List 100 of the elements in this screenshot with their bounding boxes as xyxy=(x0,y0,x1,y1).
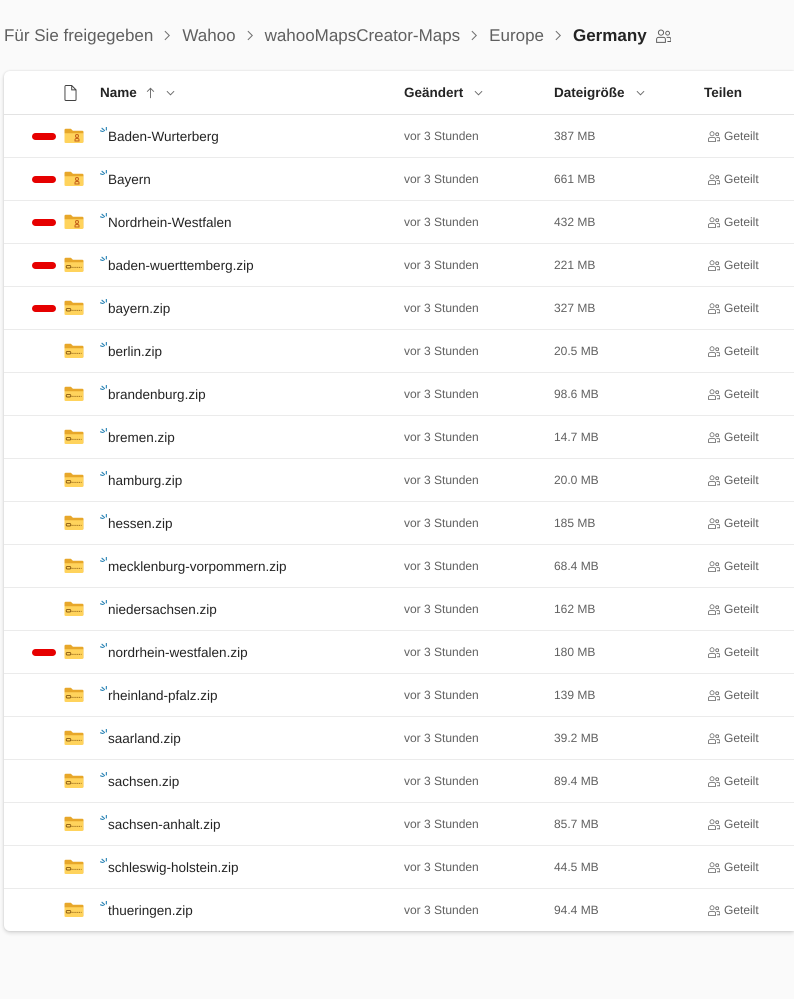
people-icon xyxy=(708,646,720,658)
sharing-status: Geteilt xyxy=(724,688,759,702)
file-size: 661 MB xyxy=(554,172,596,186)
file-size: 68.4 MB xyxy=(554,559,599,573)
chevron-right-icon xyxy=(164,30,172,41)
file-name-link[interactable]: hamburg.zip xyxy=(108,472,182,488)
file-size: 20.5 MB xyxy=(554,344,599,358)
sharing-status: Geteilt xyxy=(724,903,759,917)
file-size: 180 MB xyxy=(554,645,596,659)
sharing-status: Geteilt xyxy=(724,817,759,831)
sharing-status: Geteilt xyxy=(724,516,759,530)
column-header[interactable]: Geändert xyxy=(404,85,484,100)
sharing-status: Geteilt xyxy=(724,774,759,788)
people-icon xyxy=(708,818,720,830)
column-header[interactable]: Name xyxy=(100,85,175,100)
zip-folder-icon xyxy=(64,816,84,832)
shared-folder-icon xyxy=(64,171,84,187)
breadcrumb-item[interactable]: wahooMapsCreator-Maps xyxy=(264,24,460,48)
zip-folder-icon xyxy=(64,859,84,875)
file-name-link[interactable]: rheinland-pfalz.zip xyxy=(108,686,218,704)
people-icon xyxy=(708,432,720,442)
modified-time: vor 3 Stunden xyxy=(404,344,479,358)
file-size: 14.7 MB xyxy=(554,430,599,444)
zip-folder-icon xyxy=(64,386,84,402)
file-size: 98.6 MB xyxy=(554,387,599,401)
modified-time: vor 3 Stunden xyxy=(404,430,479,444)
file-name-link[interactable]: niedersachsen.zip xyxy=(108,600,217,618)
people-icon xyxy=(708,732,720,744)
zip-folder-icon xyxy=(64,429,84,445)
modified-time: vor 3 Stunden xyxy=(404,559,479,573)
file-size: 94.4 MB xyxy=(554,903,599,917)
sharing-status: Geteilt xyxy=(724,258,759,272)
zip-folder-icon xyxy=(64,773,84,789)
file-name-link[interactable]: bremen.zip xyxy=(108,428,175,446)
file-name-link[interactable]: Bayern xyxy=(108,170,151,188)
shared-folder-icon xyxy=(64,128,84,144)
column-header[interactable]: Dateigröße xyxy=(554,85,645,100)
zip-folder-icon xyxy=(64,644,84,660)
zip-folder-icon xyxy=(64,300,84,316)
modified-time: vor 3 Stunden xyxy=(404,387,479,401)
file-name-link[interactable]: saarland.zip xyxy=(108,730,181,746)
people-icon xyxy=(708,174,720,184)
file-name-link[interactable]: Nordrhein-Westfalen xyxy=(108,214,232,230)
chevron-right-icon xyxy=(246,30,254,41)
sharing-status: Geteilt xyxy=(724,129,759,143)
column-header[interactable]: Teilen xyxy=(704,85,742,100)
breadcrumb-item[interactable]: Europe xyxy=(489,24,544,48)
chevron-right-icon xyxy=(471,30,478,41)
file-name-link[interactable]: bayern.zip xyxy=(108,300,170,316)
file-name-link[interactable]: Baden-Wurterberg xyxy=(108,128,219,144)
modified-time: vor 3 Stunden xyxy=(404,473,479,487)
sharing-status: Geteilt xyxy=(724,215,759,229)
people-icon xyxy=(708,302,720,314)
zip-folder-icon xyxy=(64,730,84,746)
people-icon xyxy=(708,560,720,572)
sharing-status: Geteilt xyxy=(724,387,759,401)
file-size: 39.2 MB xyxy=(554,731,599,745)
modified-time: vor 3 Stunden xyxy=(404,516,479,530)
chevron-right-icon xyxy=(554,30,562,41)
file-name-link[interactable]: sachsen.zip xyxy=(108,772,180,790)
file-size: 387 MB xyxy=(554,129,596,143)
people-icon xyxy=(708,518,720,528)
zip-folder-icon xyxy=(64,257,84,273)
file-size: 162 MB xyxy=(554,602,596,616)
modified-time: vor 3 Stunden xyxy=(404,645,479,659)
sharing-status: Geteilt xyxy=(724,645,759,659)
people-icon xyxy=(708,776,720,786)
file-name-link[interactable]: baden-wuerttemberg.zip xyxy=(108,256,254,274)
shared-folder-icon xyxy=(64,214,84,230)
people-icon xyxy=(708,604,720,614)
breadcrumb-item[interactable]: Germany xyxy=(572,24,647,48)
modified-time: vor 3 Stunden xyxy=(404,903,479,917)
file-name-link[interactable]: sachsen-anhalt.zip xyxy=(108,816,221,832)
file-name-link[interactable]: thueringen.zip xyxy=(108,902,193,918)
file-size: 139 MB xyxy=(554,688,596,702)
sharing-status: Geteilt xyxy=(724,473,759,487)
sharing-status: Geteilt xyxy=(724,301,759,315)
file-size: 327 MB xyxy=(554,301,596,315)
people-icon xyxy=(708,130,720,142)
modified-time: vor 3 Stunden xyxy=(404,258,479,272)
file-type-icon xyxy=(64,84,77,100)
file-size: 432 MB xyxy=(554,215,596,229)
file-name-link[interactable]: hessen.zip xyxy=(108,514,173,532)
zip-folder-icon xyxy=(64,515,84,531)
file-name-link[interactable]: schleswig-holstein.zip xyxy=(108,858,239,876)
file-size: 44.5 MB xyxy=(554,860,599,874)
people-icon xyxy=(708,474,720,486)
breadcrumb-item[interactable]: Für Sie freigegeben xyxy=(4,24,154,48)
sharing-status: Geteilt xyxy=(724,602,759,616)
people-icon xyxy=(708,216,720,228)
modified-time: vor 3 Stunden xyxy=(404,172,479,186)
sharing-status: Geteilt xyxy=(724,559,759,573)
people-icon xyxy=(708,862,720,872)
file-name-link[interactable]: mecklenburg-vorpommern.zip xyxy=(108,558,287,574)
file-name-link[interactable]: brandenburg.zip xyxy=(108,386,206,402)
breadcrumb-item[interactable]: Wahoo xyxy=(182,24,236,48)
file-name-link[interactable]: nordrhein-westfalen.zip xyxy=(108,644,248,660)
zip-folder-icon xyxy=(64,558,84,574)
file-size: 89.4 MB xyxy=(554,774,599,788)
file-name-link[interactable]: berlin.zip xyxy=(108,342,162,360)
